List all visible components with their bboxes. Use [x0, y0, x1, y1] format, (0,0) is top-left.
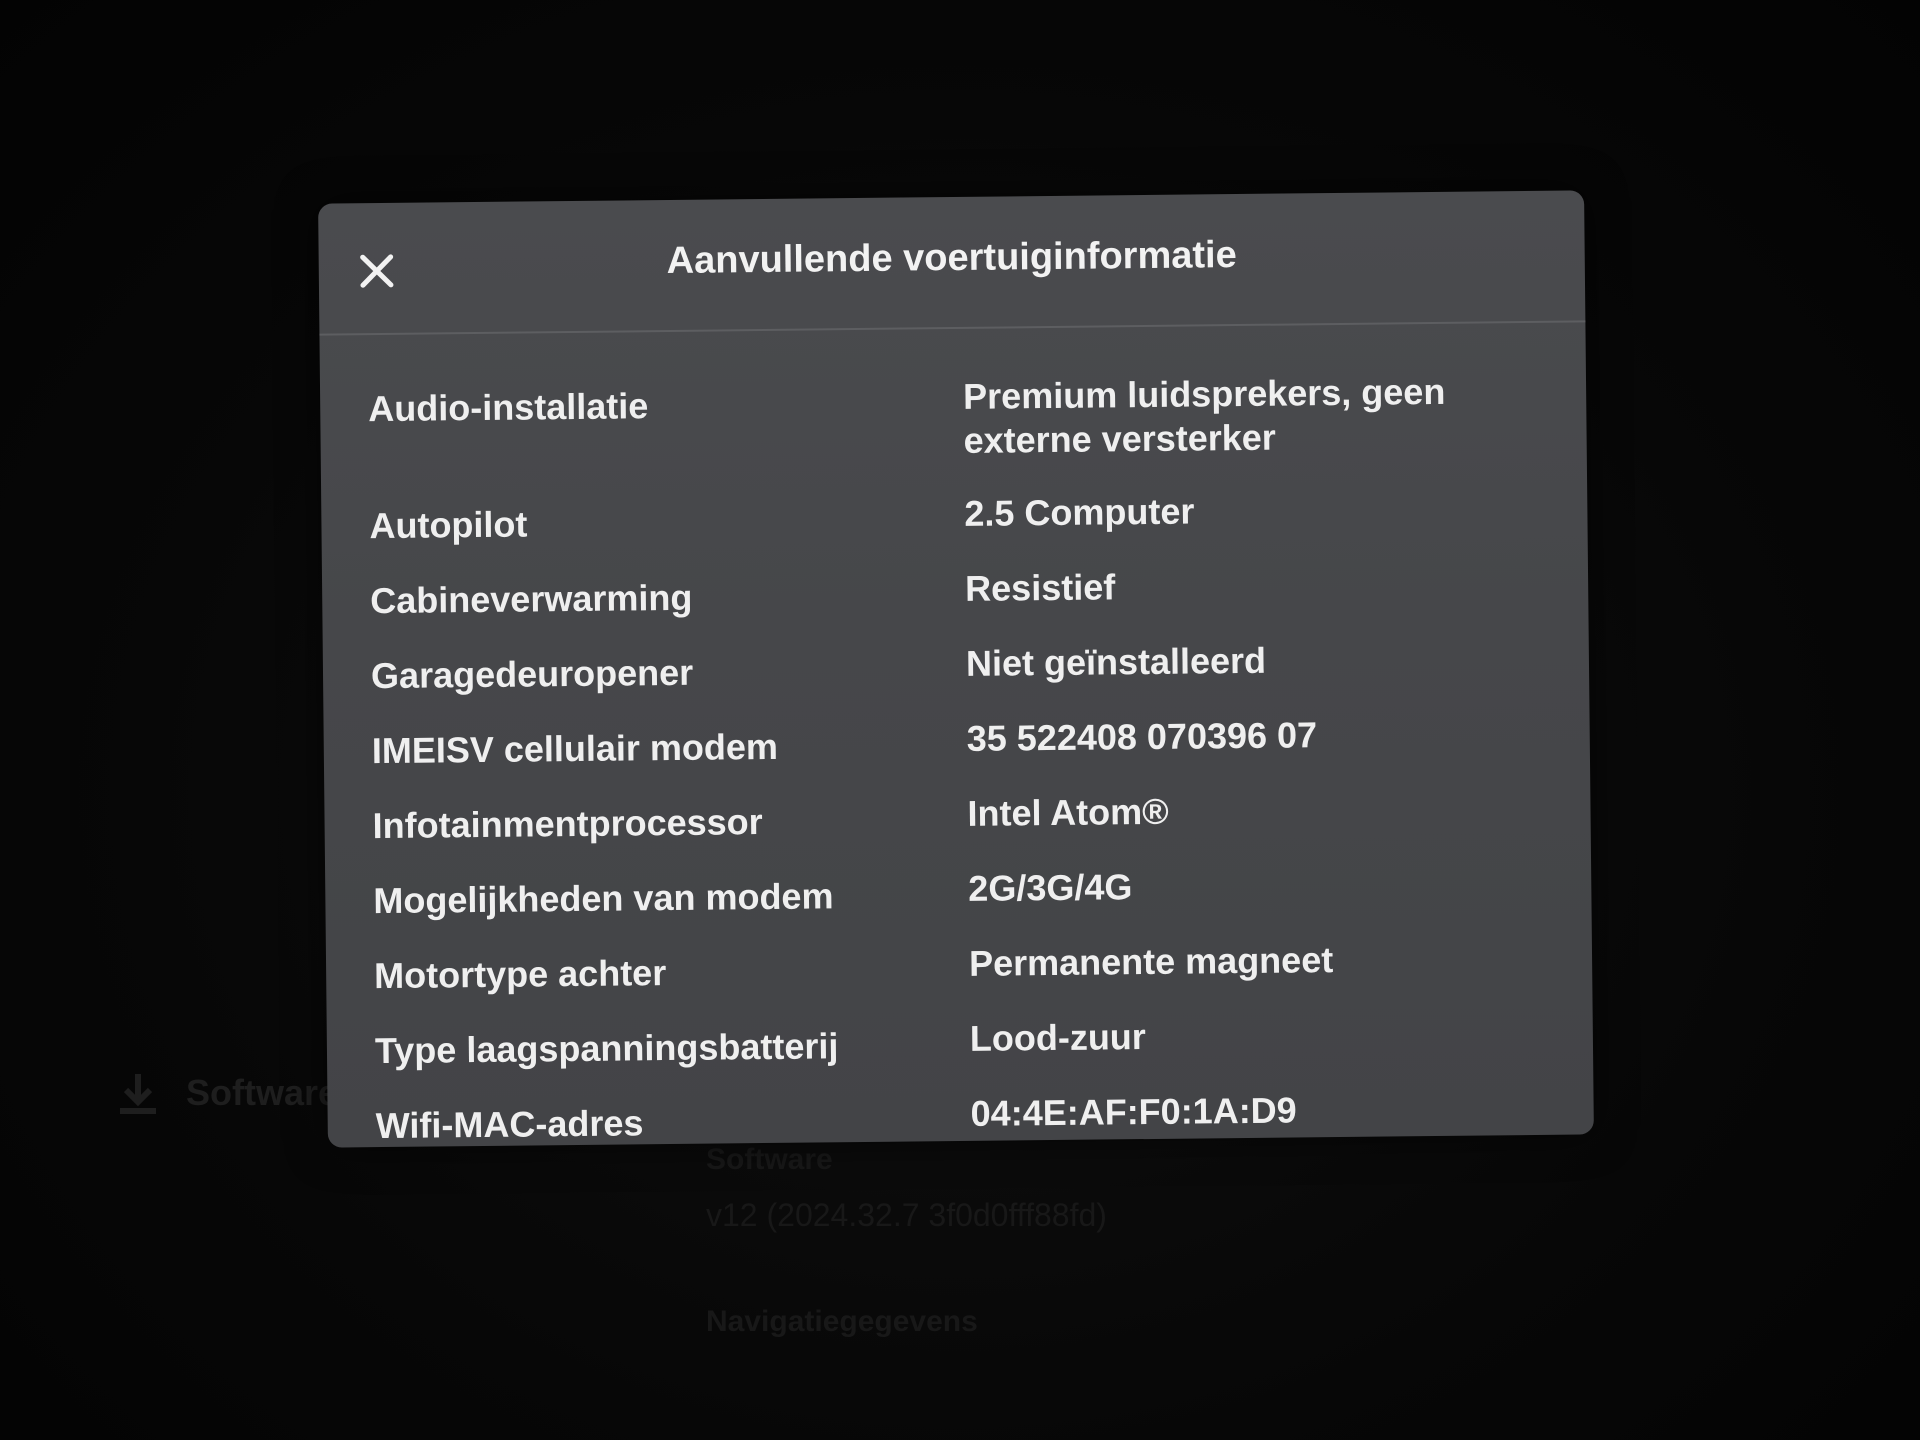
info-label: Autopilot: [369, 503, 528, 547]
info-label: Infotainmentprocessor: [372, 801, 763, 847]
info-value: Lood-zuur: [969, 1016, 1147, 1059]
info-value: 04:4E:AF:F0:1A:D9: [970, 1089, 1297, 1134]
info-label: Audio-installatie: [368, 385, 649, 430]
info-row-infotainment: Infotainmentprocessor Intel Atom®: [372, 786, 1552, 848]
info-label: Garagedeuropener: [370, 651, 694, 697]
download-icon: [118, 1072, 158, 1116]
vehicle-info-modal: Aanvullende voertuiginformatie Audio-ins…: [318, 190, 1594, 1148]
info-row-modem: Mogelijkheden van modem 2G/3G/4G: [373, 861, 1553, 923]
info-row-imeisv: IMEISV cellulair modem 35 522408 070396 …: [372, 711, 1552, 773]
info-label: Cabineverwarming: [370, 576, 693, 622]
info-label: Wifi-MAC-adres: [375, 1102, 644, 1147]
info-value: Premium luidsprekers, geen externe verst…: [962, 370, 1446, 461]
info-row-garage-door: Garagedeuropener Niet geïnstalleerd: [371, 636, 1551, 698]
info-value: Intel Atom®: [967, 790, 1169, 834]
info-row-audio: Audio-installatie Premium luidsprekers, …: [368, 369, 1549, 469]
modal-header: Aanvullende voertuiginformatie: [318, 190, 1586, 336]
modal-title: Aanvullende voertuiginformatie: [666, 234, 1237, 283]
screen: Software Software v12 (2024.32.7 3f0d0ff…: [0, 0, 1920, 1440]
sidebar-item-software[interactable]: Software: [186, 1072, 338, 1114]
info-value: Niet geïnstalleerd: [965, 639, 1267, 684]
info-value: Resistief: [964, 566, 1116, 609]
info-value: Permanente magneet: [968, 939, 1334, 984]
info-row-autopilot: Autopilot 2.5 Computer: [369, 486, 1549, 548]
info-row-cabin-heating: Cabineverwarming Resistief: [370, 561, 1550, 623]
vehicle-info-list: Audio-installatie Premium luidsprekers, …: [368, 369, 1556, 1173]
info-row-wifi-mac: Wifi-MAC-adres 04:4E:AF:F0:1A:D9: [375, 1086, 1555, 1148]
info-label: Mogelijkheden van modem: [373, 875, 834, 922]
info-row-battery: Type laagspanningsbatterij Lood-zuur: [375, 1011, 1555, 1073]
info-label: Type laagspanningsbatterij: [374, 1025, 839, 1072]
info-value: 2G/3G/4G: [968, 866, 1133, 909]
info-value: 35 522408 070396 07: [966, 714, 1318, 759]
info-row-motor: Motortype achter Permanente magneet: [374, 936, 1554, 998]
navigation-data-heading: Navigatiegegevens: [706, 1305, 978, 1338]
info-label: Motortype achter: [373, 952, 667, 997]
info-label: IMEISV cellulair modem: [371, 725, 779, 772]
info-value: 2.5 Computer: [964, 490, 1195, 534]
software-version: v12 (2024.32.7 3f0d0fff88fd): [706, 1197, 1107, 1233]
